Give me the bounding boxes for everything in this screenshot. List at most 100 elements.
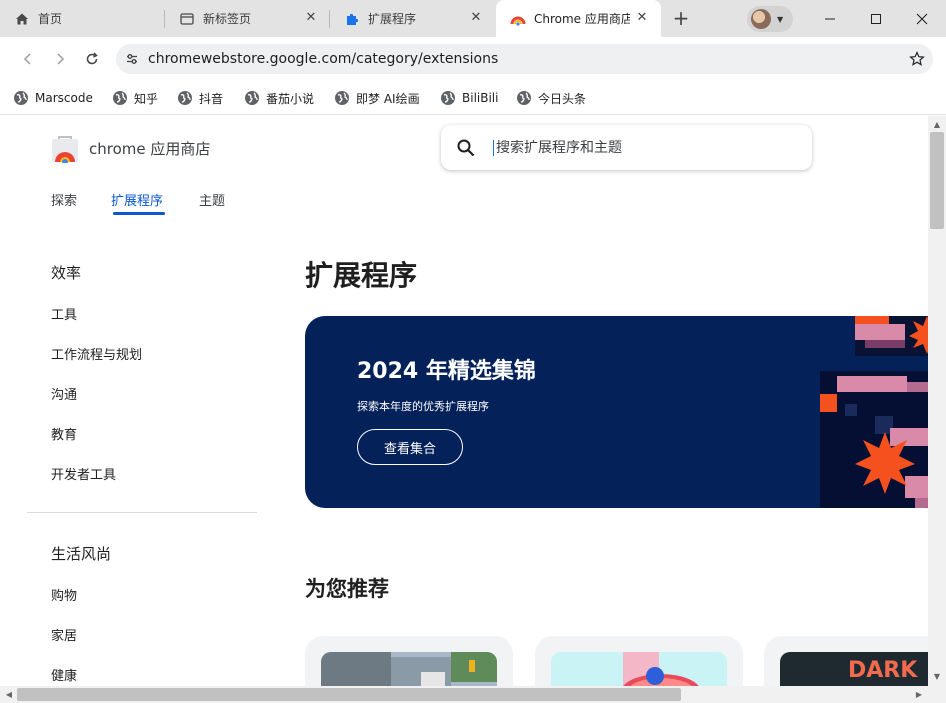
forward-button[interactable]	[48, 47, 72, 71]
card-thumbnail	[321, 652, 497, 686]
section-title-recommended: 为您推荐	[305, 577, 389, 601]
globe-icon	[335, 91, 349, 105]
bookmark-label: 即梦 AI绘画	[356, 91, 420, 106]
globe-icon	[14, 91, 28, 105]
sidebar-divider	[27, 512, 257, 513]
new-tab-button[interactable]: +	[670, 8, 692, 30]
tab-new-tab[interactable]: 新标签页 ✕	[165, 0, 330, 37]
active-tab-indicator	[113, 212, 165, 215]
view-collection-button[interactable]: 查看集合	[357, 429, 463, 465]
tab-strip: 首页 新标签页 ✕ 扩展程序 ✕ Chrome 应用商店 ✕ + ▼	[0, 0, 946, 37]
sidebar-item-tools[interactable]: 工具	[51, 304, 77, 323]
bookmark-marscode[interactable]: Marscode	[13, 88, 93, 108]
tab-home[interactable]: 首页	[0, 0, 165, 37]
chevron-down-icon: ▼	[777, 14, 784, 24]
scroll-down-arrow-icon[interactable]: ▼	[928, 670, 946, 684]
chrome-webstore-icon	[510, 11, 526, 27]
scroll-left-arrow-icon[interactable]: ◀	[2, 686, 16, 703]
banner-title: 2024 年精选集锦	[357, 359, 536, 384]
tab-extensions[interactable]: 扩展程序 ✕	[330, 0, 495, 37]
vertical-scroll-thumb[interactable]	[930, 132, 944, 229]
bookmark-fanqie[interactable]: 番茄小说	[244, 88, 314, 108]
tab-title: Chrome 应用商店	[534, 12, 630, 26]
tab-title: 首页	[38, 12, 63, 26]
maximize-button[interactable]	[853, 0, 899, 37]
bookmark-label: BiliBili	[462, 91, 499, 105]
tab-extensions[interactable]: 扩展程序	[111, 190, 163, 209]
sidebar-item-education[interactable]: 教育	[51, 424, 77, 443]
bookmark-toutiao[interactable]: 今日头条	[516, 88, 586, 108]
webstore-page: chrome 应用商店 探索 扩展程序 主题 效率 工具 工作流程与规划 沟通 …	[0, 116, 928, 686]
recommended-card[interactable]	[535, 636, 743, 686]
bookmark-label: 今日头条	[538, 91, 587, 106]
close-icon[interactable]: ✕	[304, 11, 318, 25]
site-settings-icon[interactable]	[124, 51, 140, 67]
bookmark-jimeng[interactable]: 即梦 AI绘画	[334, 88, 420, 108]
star-icon[interactable]	[909, 51, 925, 67]
address-bar[interactable]: chromewebstore.google.com/category/exten…	[116, 44, 933, 74]
puzzle-icon	[344, 11, 360, 27]
globe-icon	[245, 91, 259, 105]
tab-explore[interactable]: 探索	[51, 190, 77, 209]
sidebar-heading-productivity[interactable]: 效率	[51, 262, 81, 283]
scroll-up-arrow-icon[interactable]: ▲	[928, 118, 946, 132]
close-icon[interactable]: ✕	[469, 11, 483, 25]
sidebar-item-wellness[interactable]: 健康	[51, 665, 77, 684]
browser-toolbar: chromewebstore.google.com/category/exten…	[0, 37, 946, 81]
minimize-icon	[825, 18, 835, 19]
globe-icon	[441, 91, 455, 105]
back-button[interactable]	[16, 47, 40, 71]
bookmarks-bar: Marscode 知乎 抖音 番茄小说 即梦 AI绘画 BiliBili 今日头…	[0, 81, 946, 115]
sidebar-item-communication[interactable]: 沟通	[51, 384, 77, 403]
maximize-icon	[871, 13, 881, 24]
search-icon	[457, 139, 475, 156]
featured-banner[interactable]: 2024 年精选集锦 探索本年度的优秀扩展程序 查看集合	[305, 316, 928, 508]
bookmark-label: 番茄小说	[266, 91, 315, 106]
card-thumbnail-text: DARK	[848, 658, 918, 683]
chrome-webstore-logo[interactable]	[51, 135, 79, 163]
reload-button[interactable]	[80, 47, 104, 71]
store-name[interactable]: chrome 应用商店	[89, 138, 210, 159]
newtab-page-icon	[179, 11, 195, 27]
search-input[interactable]	[493, 139, 783, 156]
card-thumbnail	[551, 652, 727, 686]
tab-chrome-webstore[interactable]: Chrome 应用商店 ✕	[496, 0, 661, 37]
bookmark-douyin[interactable]: 抖音	[177, 88, 223, 108]
globe-icon	[517, 91, 531, 105]
banner-subtitle: 探索本年度的优秀扩展程序	[357, 400, 489, 413]
close-icon[interactable]: ✕	[635, 11, 649, 25]
sidebar-item-workflow[interactable]: 工作流程与规划	[51, 344, 142, 363]
arrow-right-icon	[57, 53, 65, 65]
sidebar-heading-lifestyle[interactable]: 生活风尚	[51, 543, 111, 564]
profile-button[interactable]: ▼	[747, 6, 793, 32]
sidebar-item-developer-tools[interactable]: 开发者工具	[51, 464, 116, 483]
horizontal-scroll-thumb[interactable]	[17, 688, 681, 701]
reload-icon	[86, 52, 98, 65]
bookmark-label: Marscode	[35, 91, 93, 105]
recommended-card[interactable]	[305, 636, 513, 686]
minimize-button[interactable]	[807, 0, 853, 37]
close-icon	[916, 13, 928, 24]
search-box[interactable]	[441, 125, 812, 170]
tab-title: 扩展程序	[368, 12, 417, 26]
bookmark-label: 知乎	[134, 91, 159, 106]
tab-themes[interactable]: 主题	[199, 190, 225, 209]
arrow-left-icon	[23, 53, 31, 65]
bookmark-bilibili[interactable]: BiliBili	[440, 88, 498, 108]
horizontal-scrollbar[interactable]: ◀ ▶	[0, 686, 946, 703]
close-window-button[interactable]	[899, 0, 945, 37]
tab-title: 新标签页	[203, 12, 252, 26]
home-icon	[14, 11, 30, 27]
bookmark-zhihu[interactable]: 知乎	[112, 88, 158, 108]
globe-icon	[178, 91, 192, 105]
sidebar-item-shopping[interactable]: 购物	[51, 585, 77, 604]
recommended-card[interactable]: DARK	[764, 636, 928, 686]
scroll-right-arrow-icon[interactable]: ▶	[912, 686, 926, 703]
bookmark-label: 抖音	[199, 91, 224, 106]
globe-icon	[113, 91, 127, 105]
avatar	[751, 9, 771, 29]
vertical-scrollbar[interactable]: ▲ ▼	[928, 116, 946, 686]
card-thumbnail: DARK	[780, 652, 928, 686]
page-title: 扩展程序	[305, 259, 418, 292]
sidebar-item-household[interactable]: 家居	[51, 625, 77, 644]
